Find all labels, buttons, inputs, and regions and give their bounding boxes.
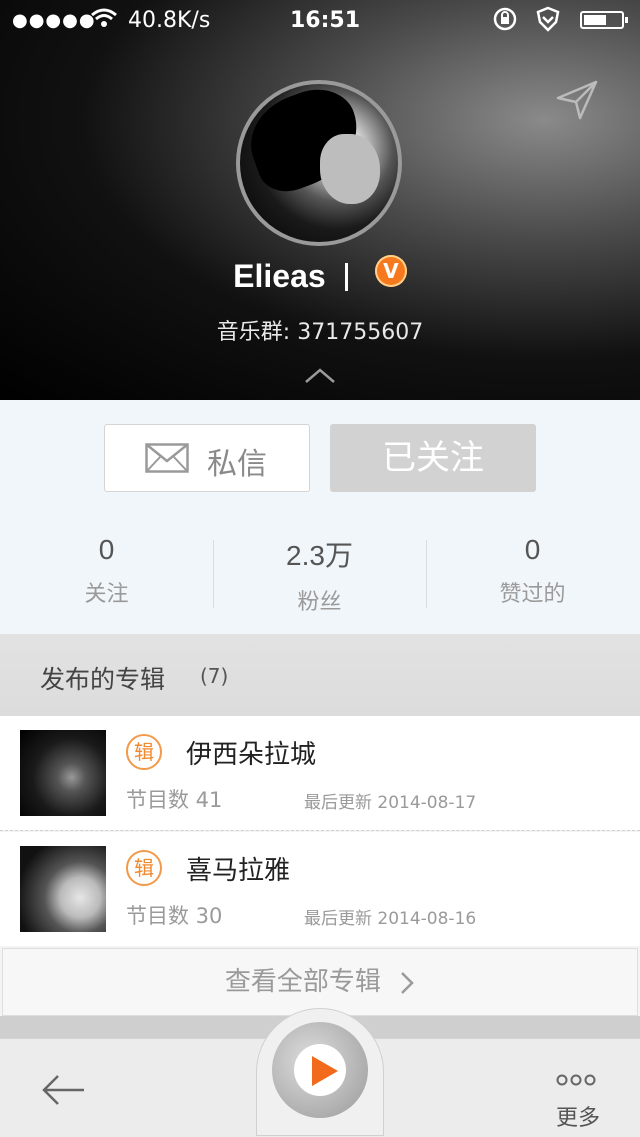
stat-value: 0 xyxy=(98,534,115,565)
group-number: 371755607 xyxy=(297,320,424,345)
album-last-updated: 最后更新 2014-08-17 xyxy=(304,793,477,813)
profile-header: ●●●●● 40.8K/s 16:51 Elieas V 音乐群: 371755… xyxy=(0,0,640,400)
album-item[interactable]: 辑 喜马拉雅 节目数 30 最后更新 2014-08-16 xyxy=(0,832,640,946)
more-label[interactable]: 更多 xyxy=(556,1100,600,1132)
album-program-count: 节目数 41 xyxy=(126,788,223,812)
wifi-icon xyxy=(90,7,118,35)
group-label: 音乐群: xyxy=(216,320,291,345)
chevron-right-icon xyxy=(389,967,415,997)
stat-value: 2.3万 xyxy=(286,540,353,571)
divider xyxy=(344,262,348,291)
list-divider xyxy=(0,830,640,831)
albums-count: (7) xyxy=(200,664,229,688)
album-tag-icon: 辑 xyxy=(126,734,162,770)
album-cover xyxy=(20,846,106,932)
private-message-label: 私信 xyxy=(207,447,267,482)
see-all-label: 查看全部专辑 xyxy=(224,967,381,997)
stat-fans[interactable]: 2.3万 粉丝 xyxy=(213,534,426,616)
avatar[interactable] xyxy=(236,80,402,246)
verified-badge-icon: V xyxy=(374,254,407,287)
more-icon[interactable] xyxy=(556,1072,596,1092)
signal-strength: ●●●●● xyxy=(12,10,96,31)
clock: 16:51 xyxy=(290,8,361,33)
see-all-albums-button[interactable]: 查看全部专辑 xyxy=(2,948,638,1016)
chevron-up-icon[interactable] xyxy=(304,368,336,388)
battery-icon xyxy=(580,11,628,29)
stat-value: 0 xyxy=(524,534,541,565)
stat-label: 赞过的 xyxy=(499,582,566,607)
actions-panel: 私信 已关注 0 关注 2.3万 粉丝 0 赞过的 xyxy=(0,400,640,634)
shield-icon xyxy=(536,6,560,38)
album-tag-icon: 辑 xyxy=(126,850,162,886)
album-name: 伊西朵拉城 xyxy=(186,740,317,770)
album-item[interactable]: 辑 伊西朵拉城 节目数 41 最后更新 2014-08-17 xyxy=(0,716,640,830)
rotation-lock-icon xyxy=(492,6,518,38)
stat-label: 粉丝 xyxy=(297,590,342,615)
following-button[interactable]: 已关注 xyxy=(330,424,536,492)
albums-title: 发布的专辑 xyxy=(40,665,166,694)
album-name: 喜马拉雅 xyxy=(186,856,291,886)
envelope-icon xyxy=(145,443,189,481)
stat-liked[interactable]: 0 赞过的 xyxy=(426,534,639,608)
stat-following[interactable]: 0 关注 xyxy=(0,534,213,608)
play-icon xyxy=(312,1056,338,1086)
album-last-updated: 最后更新 2014-08-16 xyxy=(304,909,477,929)
album-cover xyxy=(20,730,106,816)
stat-label: 关注 xyxy=(84,582,129,607)
network-speed: 40.8K/s xyxy=(128,8,211,33)
share-icon[interactable] xyxy=(556,80,598,124)
music-group-info: 音乐群: 371755607 xyxy=(0,314,640,346)
username-row: Elieas V xyxy=(0,254,640,306)
back-arrow-icon[interactable] xyxy=(40,1073,86,1111)
albums-section-header: 发布的专辑 (7) xyxy=(0,634,640,716)
status-bar: ●●●●● 40.8K/s 16:51 xyxy=(0,0,640,40)
album-program-count: 节目数 30 xyxy=(126,904,223,928)
private-message-button[interactable]: 私信 xyxy=(104,424,310,492)
username: Elieas xyxy=(233,258,326,294)
